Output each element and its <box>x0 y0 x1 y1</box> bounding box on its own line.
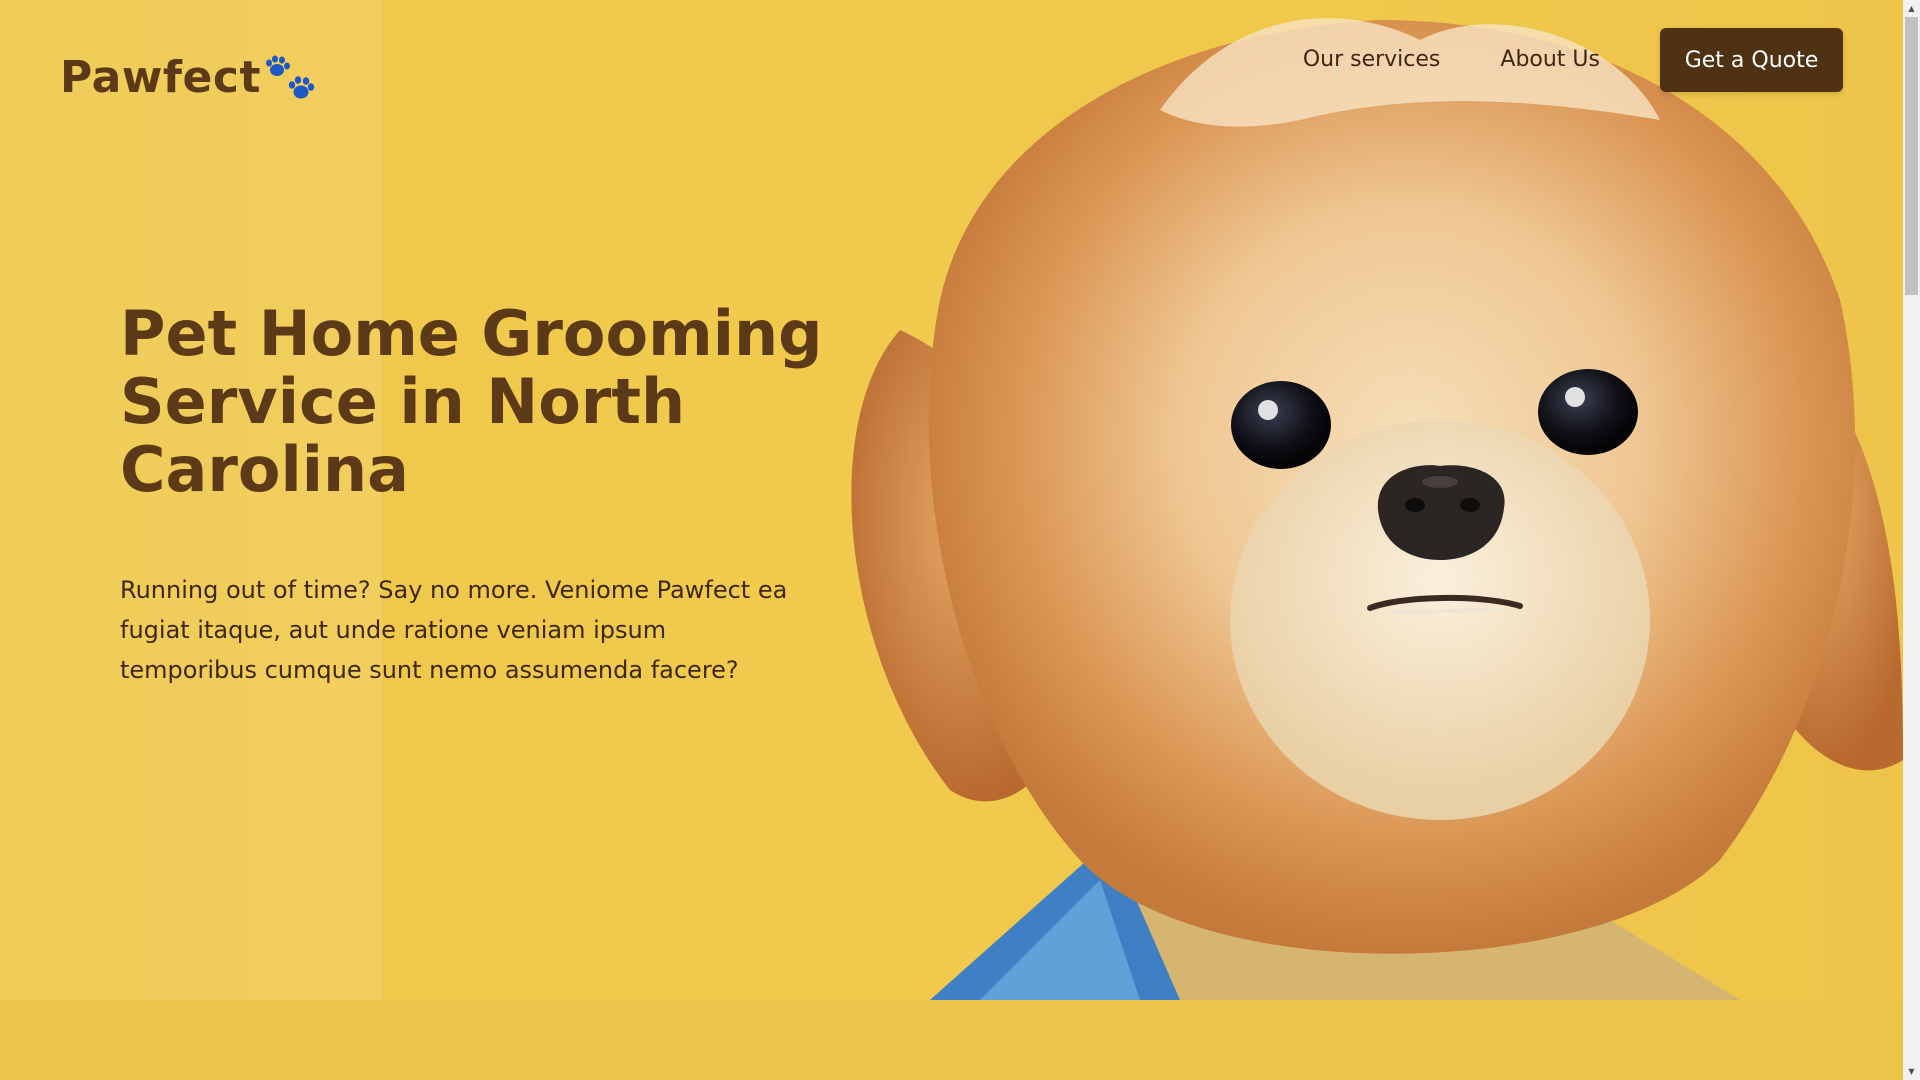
logo-text: Pawfect <box>60 52 262 103</box>
vertical-scrollbar[interactable]: ▲ ▼ <box>1903 0 1920 1080</box>
get-a-quote-button[interactable]: Get a Quote <box>1660 28 1843 92</box>
hero-section: Pawfect Our services About Us Get a Quot… <box>0 0 1903 1000</box>
scroll-down-arrow-icon[interactable]: ▼ <box>1903 1063 1920 1080</box>
nav-link-our-services[interactable]: Our services <box>1303 29 1441 91</box>
page-content: Pawfect Our services About Us Get a Quot… <box>0 0 1903 1080</box>
logo[interactable]: Pawfect <box>60 50 317 106</box>
main-nav: Our services About Us Get a Quote <box>1303 28 1843 92</box>
page: Pawfect Our services About Us Get a Quot… <box>0 0 1920 1080</box>
hero-headline: Pet Home Grooming Service in North Carol… <box>120 297 823 506</box>
nav-link-about-us[interactable]: About Us <box>1500 29 1600 91</box>
scroll-up-arrow-icon[interactable]: ▲ <box>1903 0 1920 17</box>
dog-photo <box>851 18 1903 1000</box>
paw-prints-icon <box>266 55 315 99</box>
hero-description: Running out of time? Say no more. Veniom… <box>120 576 788 684</box>
scrollbar-thumb[interactable] <box>1905 17 1918 295</box>
next-section <box>0 1000 1903 1080</box>
